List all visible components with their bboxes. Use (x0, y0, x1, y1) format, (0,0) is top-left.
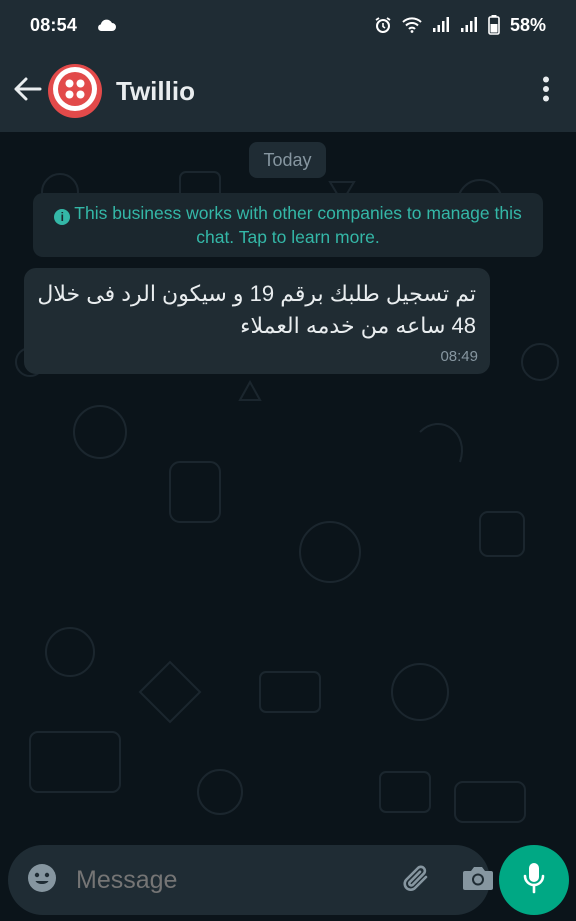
date-chip: Today (249, 142, 326, 178)
twilio-logo-icon (48, 62, 102, 121)
more-vert-icon (542, 76, 550, 107)
emoji-button[interactable] (26, 863, 58, 897)
status-time: 08:54 (30, 14, 78, 35)
signal-icon (432, 17, 450, 33)
wifi-icon (402, 17, 422, 33)
camera-icon (462, 864, 494, 897)
more-options-button[interactable] (528, 67, 564, 115)
battery-percent: 58% (509, 14, 546, 35)
back-button[interactable] (12, 71, 44, 111)
alarm-icon (374, 16, 392, 34)
cloud-icon (95, 18, 117, 32)
incoming-message-bubble[interactable]: تم تسجيل طلبك برقم 19 و سيكون الرد فى خل… (24, 268, 490, 374)
status-bar: 08:54 58% (0, 0, 576, 50)
message-composer (8, 845, 493, 915)
camera-button[interactable] (462, 863, 494, 897)
signal-icon (460, 17, 478, 33)
message-input[interactable] (74, 864, 400, 896)
attach-button[interactable] (400, 863, 434, 897)
message-text-line: تم تسجيل طلبك برقم 19 و سيكون الرد فى خل… (37, 281, 476, 306)
message-text: تم تسجيل طلبك برقم 19 و سيكون الرد فى خل… (36, 278, 476, 342)
info-icon: i (54, 209, 71, 225)
system-notice-text: This business works with other companies… (74, 203, 522, 247)
voice-message-button[interactable] (499, 845, 569, 915)
chat-header: Twillio (0, 50, 576, 132)
message-timestamp: 08:49 (440, 348, 478, 365)
message-text-line: 48 ساعه من خدمه العملاء (240, 313, 476, 338)
avatar[interactable] (48, 64, 102, 118)
mic-icon (522, 862, 546, 899)
battery-icon (488, 15, 500, 35)
status-right: 58% (374, 15, 546, 36)
attach-icon (400, 861, 434, 900)
business-info-notice[interactable]: i This business works with other companie… (33, 193, 543, 257)
chat-area[interactable]: Today i This business works with other co… (0, 132, 576, 921)
emoji-icon (26, 862, 58, 899)
status-left: 08:54 (30, 15, 117, 36)
back-arrow-icon (14, 77, 42, 106)
contact-name[interactable]: Twillio (116, 76, 528, 107)
